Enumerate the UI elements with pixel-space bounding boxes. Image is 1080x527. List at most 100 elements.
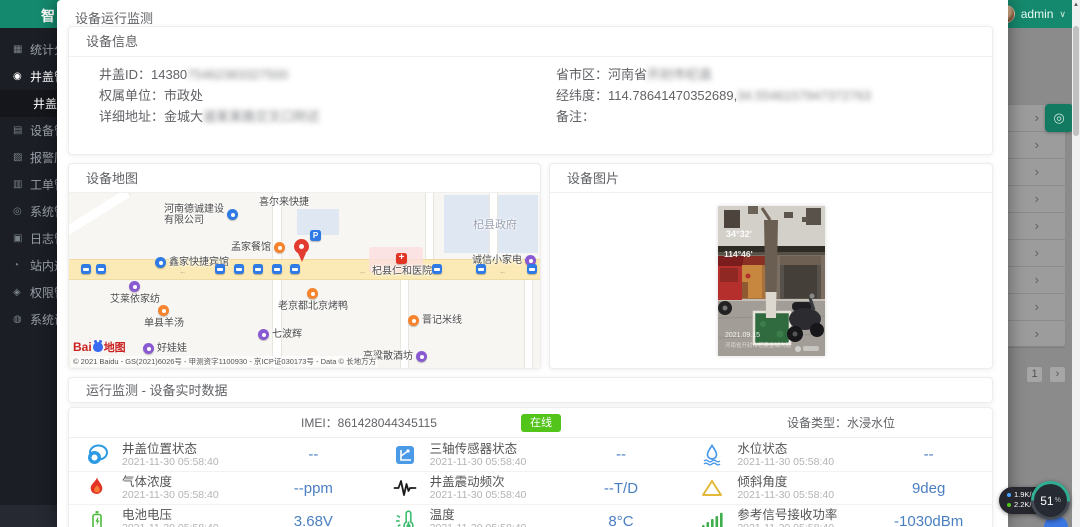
system-icon: ◎: [13, 206, 25, 217]
chevron-right-icon[interactable]: ›: [1035, 299, 1039, 314]
sidebar-item-label: 统计分析: [30, 41, 57, 58]
map-poi-icon-shop-purple[interactable]: [129, 281, 140, 292]
sidebar-item-统计分析[interactable]: ▦统计分析: [0, 36, 57, 63]
sensor-text: 气体浓度2021-11-30 05:58:40: [122, 475, 250, 501]
background-pagination[interactable]: 1 ›: [1026, 366, 1066, 383]
map-poi-icon-shop-purple[interactable]: [143, 343, 154, 354]
map-poi-icon-food-orange[interactable]: [158, 305, 169, 316]
table-row[interactable]: ›: [1008, 294, 1065, 321]
sensor-timestamp: 2021-11-30 05:58:40: [737, 456, 865, 468]
chevron-right-icon[interactable]: ›: [1035, 326, 1039, 341]
map-road-vertical: [524, 280, 533, 368]
map-poi-label[interactable]: 七波辉: [272, 329, 302, 340]
sensor-label: 气体浓度: [122, 475, 250, 489]
table-row[interactable]: ›: [1008, 267, 1065, 294]
table-row[interactable]: ›: [1008, 132, 1065, 159]
info-field: 井盖ID：1438075462383327500: [99, 64, 320, 85]
device-photo[interactable]: 34°32' 114°46' 2021.09.15 河南省开封市杞县金城大道: [718, 206, 825, 356]
sensor-text: 倾斜角度2021-11-30 05:58:40: [737, 475, 865, 501]
bus-stop-icon[interactable]: [81, 264, 91, 274]
gas-flame-icon: [85, 476, 109, 500]
bus-stop-icon[interactable]: [290, 264, 300, 274]
sensor-label: 井盖震动频次: [430, 475, 558, 489]
map-poi-label[interactable]: 杞县仁和医院: [372, 266, 432, 277]
bus-stop-icon[interactable]: [476, 264, 486, 274]
app-logo: 智: [0, 0, 57, 28]
road-arrow-icon: ←: [359, 267, 367, 276]
table-row[interactable]: ›: [1008, 240, 1065, 267]
map-poi-label[interactable]: 好娃娃: [157, 343, 187, 354]
map-poi-label[interactable]: 孟家餐馆: [231, 242, 271, 253]
sensor-text: 电池电压2021-11-30 05:58:40: [122, 508, 250, 527]
map-poi-label[interactable]: 晋记米线: [422, 315, 462, 326]
settings-button[interactable]: ◎: [1045, 104, 1072, 132]
table-row[interactable]: ›◎: [1008, 105, 1065, 132]
table-row[interactable]: ›: [1008, 159, 1065, 186]
tilt-angle-icon: [700, 476, 724, 500]
info-field: 权属单位：市政处: [99, 85, 320, 106]
redacted-text: 开封市杞县: [647, 67, 712, 82]
map-poi-label[interactable]: 单县羊汤: [144, 318, 184, 329]
sensor-value: --: [558, 446, 685, 463]
sensor-text: 三轴传感器状态2021-11-30 05:58:40: [430, 442, 558, 468]
sidebar-item-报警历史[interactable]: ▨报警历史: [0, 144, 57, 171]
sidebar-item-站内通知[interactable]: ◔站内通知: [0, 252, 57, 279]
sidebar-item-权限管理[interactable]: ◈权限管理: [0, 279, 57, 306]
table-row[interactable]: ›: [1008, 321, 1065, 348]
sensor-value: 9deg: [865, 480, 992, 497]
sidebar-item-日志管理[interactable]: ▣日志管理: [0, 225, 57, 252]
bus-stop-icon[interactable]: [253, 264, 263, 274]
sensor-timestamp: 2021-11-30 05:58:40: [122, 489, 250, 501]
table-row[interactable]: ›: [1008, 186, 1065, 213]
sensor-cell-气体浓度: 气体浓度2021-11-30 05:58:40--ppm: [69, 471, 377, 504]
map-poi-label[interactable]: 艾莱依家纺: [110, 294, 160, 305]
progress-circle-widget[interactable]: 51%: [1031, 481, 1070, 520]
chevron-right-icon[interactable]: ›: [1035, 245, 1039, 260]
device-photo-card: 设备图片: [549, 163, 993, 369]
map-poi-icon-hospital-red[interactable]: +: [396, 253, 407, 264]
map-poi-icon-company-blue[interactable]: [227, 209, 238, 220]
sidebar-item-工单管理[interactable]: ▥工单管理: [0, 171, 57, 198]
baidu-logo: Bai 地图: [73, 339, 126, 355]
map-pin[interactable]: [294, 239, 309, 254]
sidebar-item-label: 日志管理: [30, 230, 57, 247]
sensor-timestamp: 2021-11-30 05:58:40: [122, 456, 250, 468]
map-poi-icon-hotel-blue[interactable]: [155, 257, 166, 268]
map-poi-label[interactable]: 老京都北京烤鸭: [278, 301, 348, 312]
chevron-right-icon[interactable]: ›: [1035, 272, 1039, 287]
map-poi-icon-parking-blue[interactable]: P: [310, 230, 321, 241]
map-poi-icon-food-orange[interactable]: [408, 315, 419, 326]
browser-scrollbar[interactable]: ▲: [1072, 0, 1080, 527]
map-poi-icon-shop-purple[interactable]: [258, 329, 269, 340]
bus-stop-icon[interactable]: [96, 264, 106, 274]
map-poi-icon-shop-purple[interactable]: [416, 351, 427, 362]
bus-stop-icon[interactable]: [272, 264, 282, 274]
map-poi-label[interactable]: 喜尔来快捷: [259, 197, 309, 208]
bus-stop-icon[interactable]: [215, 264, 225, 274]
table-row[interactable]: ›: [1008, 213, 1065, 240]
sidebar-item-设备管理[interactable]: ▤设备管理: [0, 117, 57, 144]
sidebar-item-系统设置[interactable]: ◍系统设置: [0, 306, 57, 333]
scrollbar-up-arrow-icon[interactable]: ▲: [1073, 1, 1079, 9]
chevron-right-icon[interactable]: ›: [1035, 110, 1039, 125]
bus-stop-icon[interactable]: [527, 264, 537, 274]
chevron-right-icon[interactable]: ›: [1035, 218, 1039, 233]
chevron-right-icon[interactable]: ›: [1035, 191, 1039, 206]
scrollbar-thumb[interactable]: [1073, 26, 1079, 136]
map-poi-label[interactable]: 杞县政府: [473, 220, 517, 231]
bus-stop-icon[interactable]: [234, 264, 244, 274]
bus-stop-icon[interactable]: [432, 264, 442, 274]
chevron-right-icon[interactable]: ›: [1035, 137, 1039, 152]
map-poi-label[interactable]: 河南德诚建设有限公司: [164, 204, 224, 226]
map-poi-icon-food-orange[interactable]: [307, 288, 318, 299]
page-number[interactable]: 1: [1026, 366, 1043, 383]
map-poi-icon-food-orange[interactable]: [274, 242, 285, 253]
sidebar-item-井盖管理[interactable]: ◉井盖管理: [0, 63, 57, 90]
sidebar-item-系统管理[interactable]: ◎系统管理: [0, 198, 57, 225]
sidebar-item-井盖[interactable]: 井盖: [0, 90, 57, 117]
sensor-value: -1030dBm: [865, 513, 992, 527]
chevron-right-icon[interactable]: ›: [1035, 164, 1039, 179]
sensor-value: --: [865, 446, 992, 463]
page-next-icon[interactable]: ›: [1049, 366, 1066, 383]
baidu-map[interactable]: ← ← ← 河南德诚建设有限公司喜尔来快捷孟家餐馆P杞县政府+杞县仁和医院诚信小…: [69, 193, 540, 368]
